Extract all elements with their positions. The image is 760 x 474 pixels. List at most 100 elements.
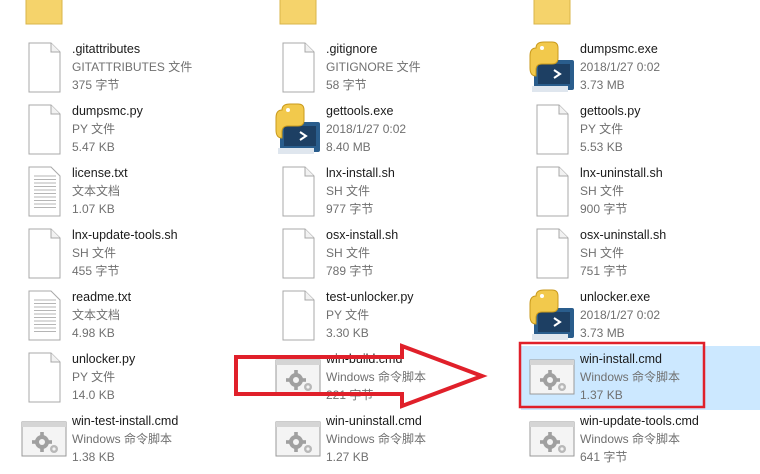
file-item[interactable]: test-unlocker.py PY 文件 3.30 KB [274, 288, 504, 350]
file-type: SH 文件 [580, 184, 625, 198]
file-type: PY 文件 [72, 370, 116, 384]
blank-file-icon [20, 226, 68, 282]
file-name: lnx-update-tools.sh [72, 228, 178, 242]
file-type: Windows 命令脚本 [580, 370, 681, 384]
blank-file-icon [528, 102, 576, 158]
file-item[interactable]: osx-uninstall.sh SH 文件 751 字节 [528, 226, 760, 288]
file-name: win-update-tools.cmd [580, 414, 699, 428]
file-size: 641 字节 [580, 450, 628, 464]
text-file-icon [20, 288, 68, 344]
file-type: SH 文件 [326, 184, 371, 198]
file-name: osx-uninstall.sh [580, 228, 667, 242]
cmd-gear-icon [274, 350, 322, 406]
folder-name: backup [72, 0, 112, 2]
file-item[interactable]: dumpsmc.py PY 文件 5.47 KB [20, 102, 250, 164]
file-type: SH 文件 [580, 246, 625, 260]
file-size: 14.0 KB [72, 388, 115, 402]
file-type: Windows 命令脚本 [580, 432, 681, 446]
file-size: 455 字节 [72, 264, 120, 278]
cmd-gear-icon [20, 412, 68, 468]
file-item[interactable]: win-test-install.cmd Windows 命令脚本 1.38 K… [20, 412, 250, 474]
file-item[interactable]: lnx-install.sh SH 文件 977 字节 [274, 164, 504, 226]
file-item[interactable]: gettools.exe 2018/1/27 0:02 8.40 MB [274, 102, 504, 164]
file-name: unlocker.exe [580, 290, 651, 304]
blank-file-icon [528, 226, 576, 282]
file-size: 375 字节 [72, 78, 120, 92]
blank-file-icon [20, 40, 68, 96]
file-item[interactable]: dumpsmc.exe 2018/1/27 0:02 3.73 MB [528, 40, 760, 102]
file-name: gettools.py [580, 104, 641, 118]
file-size: 1.07 KB [72, 202, 115, 216]
file-type: 2018/1/27 0:02 [326, 122, 407, 136]
cmd-gear-icon [528, 412, 576, 468]
blank-file-icon [274, 226, 322, 282]
folder-icon [528, 0, 576, 40]
file-item[interactable]: unlocker.exe 2018/1/27 0:02 3.73 MB [528, 288, 760, 350]
file-name: win-build.cmd [326, 352, 403, 366]
file-name: readme.txt [72, 290, 132, 304]
file-size: 1.27 KB [326, 450, 369, 464]
folder-icon [274, 0, 322, 40]
file-type: GITIGNORE 文件 [326, 60, 421, 74]
file-name: win-uninstall.cmd [326, 414, 422, 428]
file-item[interactable]: win-build.cmd Windows 命令脚本 221 字节 [274, 350, 504, 412]
file-name: lnx-uninstall.sh [580, 166, 663, 180]
blank-file-icon [274, 40, 322, 96]
file-type: SH 文件 [326, 246, 371, 260]
file-item[interactable]: .gitignore GITIGNORE 文件 58 字节 [274, 40, 504, 102]
file-size: 751 字节 [580, 264, 628, 278]
file-item[interactable]: gettools.py PY 文件 5.53 KB [528, 102, 760, 164]
blank-file-icon [20, 102, 68, 158]
file-size: 5.53 KB [580, 140, 623, 154]
file-name: win-install.cmd [580, 352, 662, 366]
file-item[interactable]: license.txt 文本文档 1.07 KB [20, 164, 250, 226]
file-type: 2018/1/27 0:02 [580, 308, 661, 322]
file-name: dumpsmc.py [72, 104, 143, 118]
file-type: PY 文件 [72, 122, 116, 136]
blank-file-icon [528, 164, 576, 220]
file-item[interactable]: lnx-uninstall.sh SH 文件 900 字节 [528, 164, 760, 226]
file-type: PY 文件 [326, 308, 370, 322]
file-type: GITATTRIBUTES 文件 [72, 60, 193, 74]
file-type: 2018/1/27 0:02 [580, 60, 661, 74]
file-size: 8.40 MB [326, 140, 371, 154]
python-exe-icon [528, 288, 576, 344]
folder-name: tools [580, 0, 606, 2]
file-item[interactable]: osx-install.sh SH 文件 789 字节 [274, 226, 504, 288]
folder-icon [20, 0, 68, 40]
file-size: 3.73 MB [580, 78, 625, 92]
file-name: win-test-install.cmd [72, 414, 179, 428]
file-size: 4.98 KB [72, 326, 115, 340]
folder-name: esxi [326, 0, 348, 2]
file-size: 977 字节 [326, 202, 374, 216]
file-type: 文本文档 [72, 308, 121, 322]
blank-file-icon [274, 164, 322, 220]
file-type: Windows 命令脚本 [326, 370, 427, 384]
file-name: unlocker.py [72, 352, 136, 366]
file-size: 1.37 KB [580, 388, 623, 402]
file-size: 900 字节 [580, 202, 628, 216]
file-item[interactable]: win-uninstall.cmd Windows 命令脚本 1.27 KB [274, 412, 504, 474]
python-exe-icon [274, 102, 322, 158]
file-item[interactable]: readme.txt 文本文档 4.98 KB [20, 288, 250, 350]
file-type: PY 文件 [580, 122, 624, 136]
blank-file-icon [20, 350, 68, 406]
cmd-gear-icon [274, 412, 322, 468]
blank-file-icon [274, 288, 322, 344]
file-size: 789 字节 [326, 264, 374, 278]
file-item-selected[interactable]: win-install.cmd Windows 命令脚本 1.37 KB [521, 346, 760, 410]
file-name: .gitattributes [72, 42, 141, 56]
file-item[interactable]: lnx-update-tools.sh SH 文件 455 字节 [20, 226, 250, 288]
file-size: 1.38 KB [72, 450, 115, 464]
file-size: 221 字节 [326, 388, 374, 402]
file-size: 3.30 KB [326, 326, 369, 340]
file-type: Windows 命令脚本 [72, 432, 173, 446]
text-file-icon [20, 164, 68, 220]
file-name: license.txt [72, 166, 128, 180]
file-item[interactable]: unlocker.py PY 文件 14.0 KB [20, 350, 250, 412]
python-exe-icon [528, 40, 576, 96]
file-item[interactable]: .gitattributes GITATTRIBUTES 文件 375 字节 [20, 40, 250, 102]
file-type: 文本文档 [72, 184, 121, 198]
file-item[interactable]: win-update-tools.cmd Windows 命令脚本 641 字节 [528, 412, 760, 474]
file-type: Windows 命令脚本 [326, 432, 427, 446]
